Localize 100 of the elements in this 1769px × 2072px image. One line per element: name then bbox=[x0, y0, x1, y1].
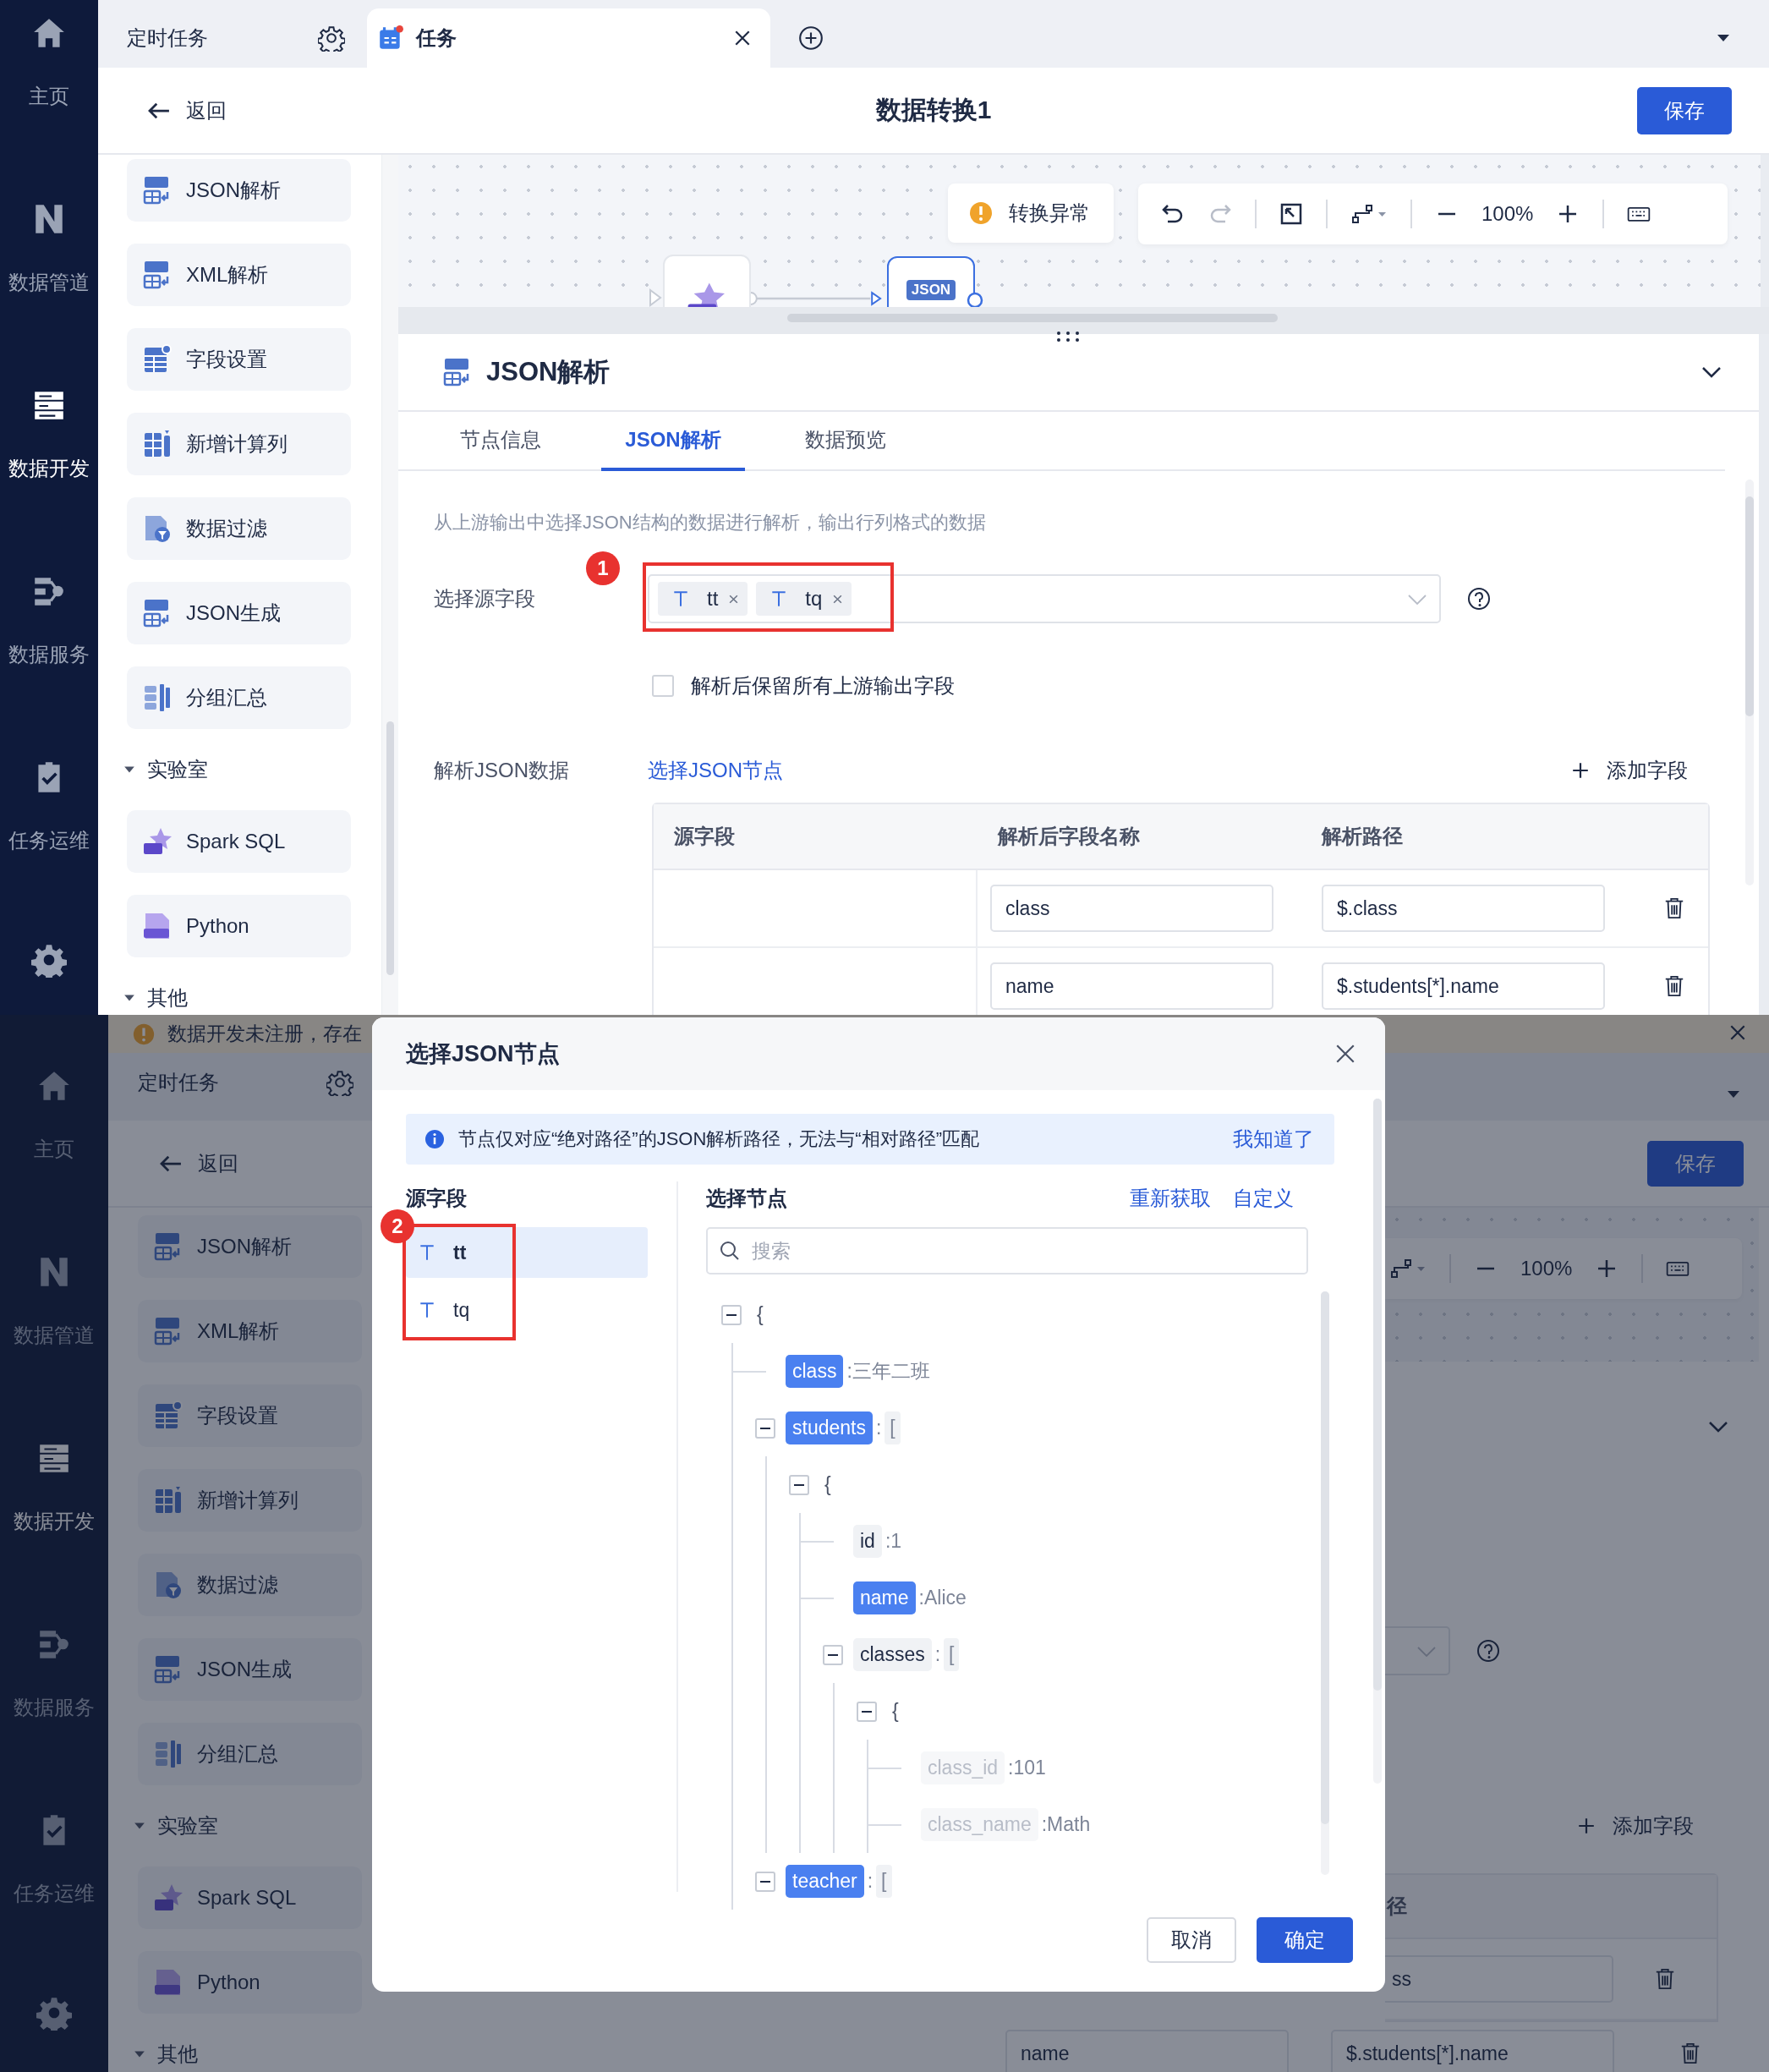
component-item[interactable]: 数据过滤 bbox=[127, 497, 351, 560]
nav-item[interactable]: 数据管道 bbox=[0, 186, 98, 372]
component-item[interactable]: 分组汇总 bbox=[127, 666, 351, 729]
section-header[interactable]: 实验室 bbox=[134, 1804, 218, 1848]
panel-tab[interactable]: 节点信息 bbox=[429, 412, 572, 471]
confirm-button[interactable]: 确定 bbox=[1257, 1917, 1353, 1963]
nav-item[interactable]: 任务运维 bbox=[0, 744, 98, 930]
field-list-item[interactable]: tq bbox=[406, 1285, 648, 1335]
add-tab-icon[interactable] bbox=[797, 25, 824, 52]
resize-handle[interactable] bbox=[1055, 331, 1081, 343]
nav-item[interactable]: 主页 bbox=[0, 0, 98, 186]
scrollbar[interactable] bbox=[1321, 1291, 1329, 1824]
scrollbar[interactable] bbox=[386, 721, 394, 975]
dropdown-icon[interactable] bbox=[1717, 34, 1730, 42]
search-field[interactable]: 搜索 bbox=[706, 1227, 1308, 1274]
nav-item[interactable]: 数据服务 bbox=[0, 558, 98, 744]
close-icon[interactable] bbox=[733, 29, 752, 47]
app-tab[interactable]: 定时任务 bbox=[98, 8, 364, 68]
settings-icon[interactable] bbox=[31, 942, 67, 978]
component-item[interactable]: 字段设置 bbox=[127, 328, 351, 391]
status-text: 转换异常 bbox=[1009, 200, 1090, 226]
help-icon[interactable] bbox=[1466, 586, 1492, 611]
collapse-toggle[interactable] bbox=[789, 1474, 809, 1495]
component-item[interactable]: 分组汇总 bbox=[138, 1723, 362, 1785]
path-input[interactable]: $.students[*].name bbox=[1331, 2030, 1614, 2072]
separator: : bbox=[875, 1417, 882, 1439]
tree-node-key[interactable]: id bbox=[853, 1525, 882, 1558]
chevron-down-icon[interactable] bbox=[1701, 366, 1722, 378]
component-item[interactable]: Python bbox=[127, 895, 351, 957]
collapse-toggle[interactable] bbox=[823, 1644, 843, 1665]
component-item[interactable]: JSON解析 bbox=[138, 1215, 362, 1278]
remove-icon[interactable] bbox=[832, 593, 844, 605]
panel-tab[interactable]: 数据预览 bbox=[774, 412, 917, 471]
refetch-link[interactable]: 重新获取 bbox=[1130, 1185, 1211, 1212]
component-item[interactable]: JSON生成 bbox=[138, 1638, 362, 1701]
tree-node-key[interactable]: classes bbox=[853, 1638, 932, 1671]
tree-node-key[interactable]: class bbox=[786, 1355, 844, 1388]
nav-item[interactable]: 数据开发 bbox=[0, 1425, 108, 1611]
tree-node-key[interactable]: students bbox=[786, 1411, 873, 1444]
status-chip[interactable]: 转换异常 bbox=[948, 184, 1114, 243]
nav-item[interactable]: 数据开发 bbox=[0, 372, 98, 558]
field-tag: tt bbox=[658, 582, 748, 616]
component-item[interactable]: JSON生成 bbox=[127, 582, 351, 644]
text-type-icon bbox=[671, 589, 690, 608]
save-button[interactable]: 保存 bbox=[1647, 1140, 1744, 1187]
flow-node[interactable]: JSON bbox=[887, 256, 975, 307]
app-tab[interactable]: 任务 bbox=[367, 8, 770, 68]
component-item[interactable]: JSON解析 bbox=[127, 159, 351, 222]
back-button[interactable]: 返回 bbox=[147, 96, 227, 124]
path-input[interactable]: $.class bbox=[1322, 885, 1605, 932]
panel-tab[interactable]: JSON解析 bbox=[601, 412, 745, 471]
app-tab[interactable]: 定时任务 bbox=[108, 1053, 372, 1112]
field-name-input[interactable]: name bbox=[990, 962, 1273, 1010]
add-field-button[interactable]: 添加字段 bbox=[1571, 757, 1688, 784]
component-item[interactable]: XML解析 bbox=[138, 1300, 362, 1362]
node-value: :1 bbox=[884, 1530, 902, 1553]
checkbox[interactable] bbox=[652, 675, 674, 697]
component-item[interactable]: Spark SQL bbox=[127, 810, 351, 873]
tree-node-key[interactable]: name bbox=[853, 1581, 916, 1614]
component-item[interactable]: Spark SQL bbox=[138, 1866, 362, 1929]
source-field-select[interactable]: tt tq bbox=[648, 574, 1441, 623]
component-item[interactable]: Python bbox=[138, 1951, 362, 2014]
close-icon[interactable] bbox=[1334, 1043, 1356, 1065]
tree-node-key[interactable]: teacher bbox=[786, 1865, 864, 1898]
remove-icon[interactable] bbox=[728, 593, 740, 605]
scrollbar[interactable] bbox=[1373, 1099, 1382, 1691]
cancel-button[interactable]: 取消 bbox=[1147, 1917, 1236, 1963]
component-item[interactable]: 字段设置 bbox=[138, 1384, 362, 1447]
component-item[interactable]: 新增计算列 bbox=[127, 413, 351, 475]
custom-link[interactable]: 自定义 bbox=[1233, 1185, 1294, 1212]
collapse-toggle[interactable] bbox=[755, 1871, 775, 1892]
add-field-button[interactable]: 添加字段 bbox=[1577, 1812, 1694, 1839]
dismiss-link[interactable]: 我知道了 bbox=[1233, 1126, 1314, 1153]
flow-node[interactable] bbox=[663, 255, 751, 307]
table-gear-icon bbox=[142, 344, 173, 375]
collapse-toggle[interactable] bbox=[857, 1701, 877, 1722]
field-name-input[interactable]: name bbox=[1005, 2030, 1289, 2072]
node-value: :101 bbox=[1008, 1757, 1046, 1779]
component-item[interactable]: 新增计算列 bbox=[138, 1469, 362, 1532]
section-header[interactable]: 实验室 bbox=[123, 748, 208, 792]
field-name-input[interactable]: class bbox=[990, 885, 1273, 932]
collapse-toggle[interactable] bbox=[721, 1304, 742, 1325]
scrollbar[interactable] bbox=[1745, 496, 1754, 716]
back-button[interactable]: 返回 bbox=[159, 1149, 238, 1177]
trash-icon[interactable] bbox=[1663, 974, 1685, 998]
path-input[interactable]: $.students[*].name bbox=[1322, 962, 1605, 1010]
fit-view-icon[interactable] bbox=[1279, 201, 1304, 227]
settings-icon[interactable] bbox=[318, 25, 345, 52]
save-button[interactable]: 保存 bbox=[1637, 86, 1732, 134]
section-header[interactable]: 其他 bbox=[134, 2032, 198, 2072]
arrow-left-icon bbox=[147, 101, 171, 120]
collapse-toggle[interactable] bbox=[755, 1417, 775, 1439]
trash-icon[interactable] bbox=[1663, 896, 1685, 920]
select-node-link[interactable]: 选择JSON节点 bbox=[648, 757, 783, 784]
path-input[interactable]: ss bbox=[1385, 1955, 1613, 2003]
node-value: :三年二班 bbox=[846, 1359, 930, 1384]
columns-icon bbox=[142, 429, 173, 459]
field-list-item[interactable]: tt bbox=[406, 1227, 648, 1278]
component-item[interactable]: XML解析 bbox=[127, 244, 351, 306]
component-item[interactable]: 数据过滤 bbox=[138, 1554, 362, 1616]
